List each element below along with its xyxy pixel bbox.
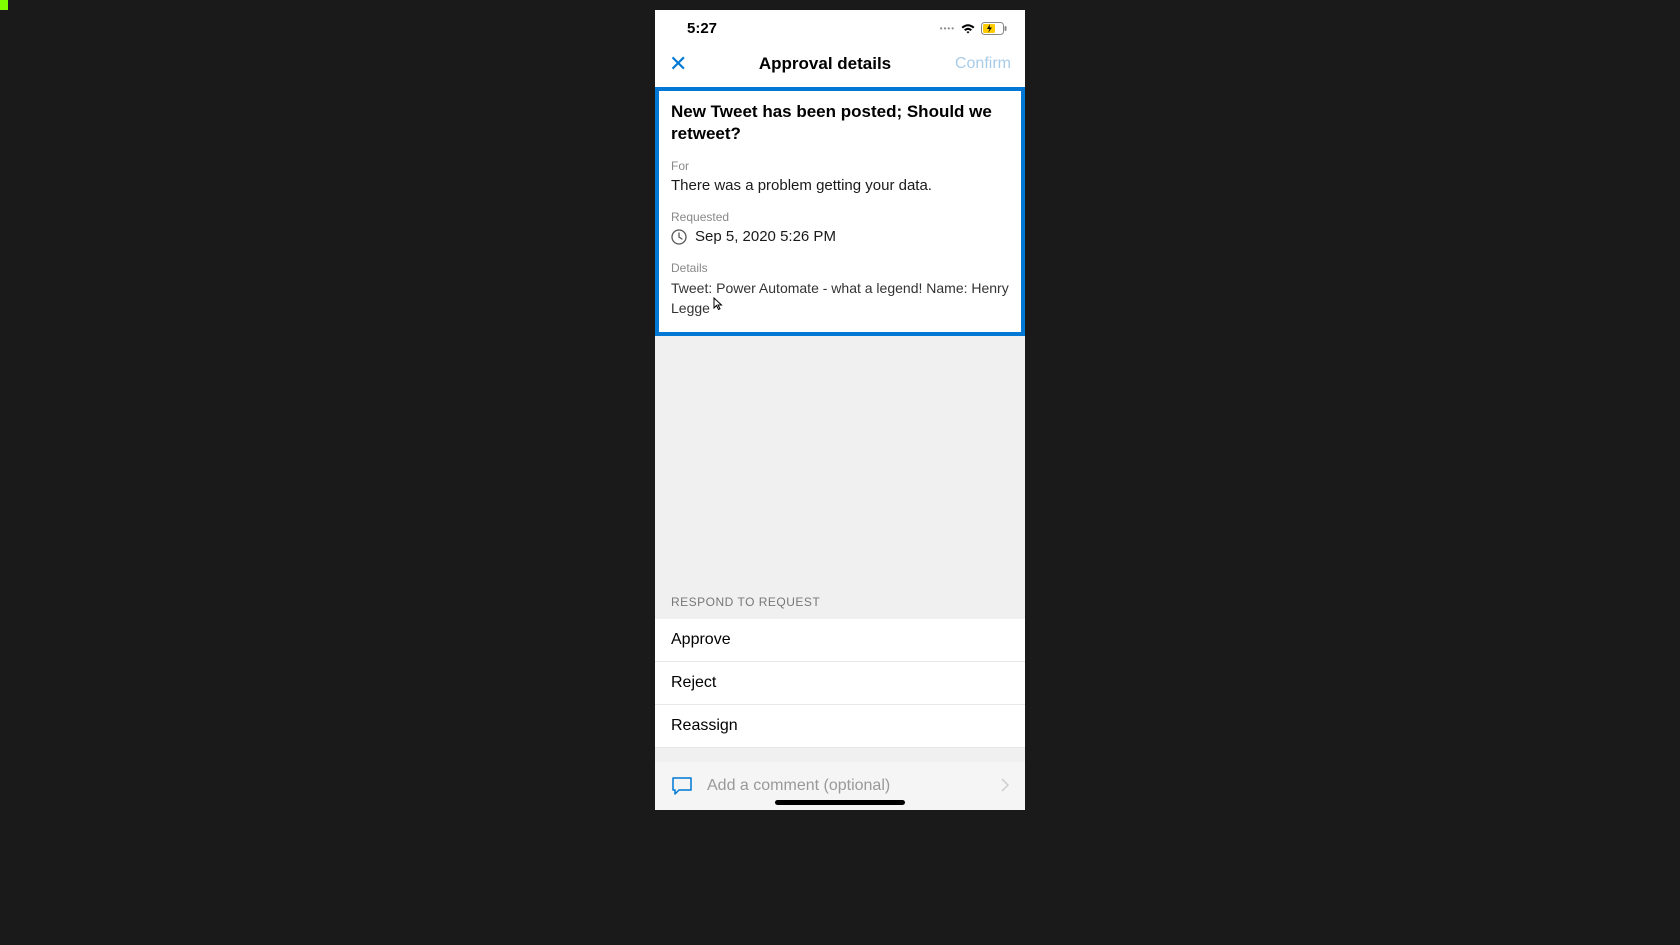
wifi-icon (960, 23, 976, 35)
requested-label: Requested (671, 210, 1009, 224)
comment-input-bar[interactable]: Add a comment (optional) (655, 762, 1025, 810)
confirm-button[interactable]: Confirm (951, 55, 1011, 73)
reject-button[interactable]: Reject (655, 662, 1025, 705)
content-area: New Tweet has been posted; Should we ret… (655, 87, 1025, 810)
green-strip (0, 0, 8, 10)
requested-row: Sep 5, 2020 5:26 PM (671, 228, 1009, 245)
home-indicator[interactable] (775, 800, 905, 805)
details-label: Details (671, 261, 1009, 275)
battery-icon (981, 22, 1007, 35)
cursor-icon (713, 297, 725, 317)
respond-section-label: RESPOND TO REQUEST (655, 585, 1025, 619)
approval-title: New Tweet has been posted; Should we ret… (671, 101, 1009, 145)
reassign-button[interactable]: Reassign (655, 705, 1025, 748)
for-value: There was a problem getting your data. (671, 177, 1009, 194)
status-right: •••• (940, 22, 1007, 35)
details-value: Tweet: Power Automate - what a legend! N… (671, 279, 1009, 318)
close-icon[interactable]: ✕ (669, 51, 699, 77)
nav-bar: ✕ Approval details Confirm (655, 43, 1025, 87)
for-label: For (671, 159, 1009, 173)
chevron-right-icon (1001, 778, 1009, 795)
page-title: Approval details (759, 54, 891, 74)
clock-icon (671, 229, 687, 245)
signal-icon: •••• (940, 24, 955, 33)
status-time: 5:27 (687, 20, 717, 37)
comment-placeholder: Add a comment (optional) (707, 777, 987, 795)
phone-frame: 5:27 •••• ✕ Approval details Confirm (655, 10, 1025, 810)
approval-card: New Tweet has been posted; Should we ret… (655, 87, 1025, 336)
spacer (655, 336, 1025, 585)
approve-button[interactable]: Approve (655, 619, 1025, 662)
comment-icon (671, 776, 693, 796)
requested-value: Sep 5, 2020 5:26 PM (695, 228, 836, 245)
status-bar: 5:27 •••• (655, 10, 1025, 43)
